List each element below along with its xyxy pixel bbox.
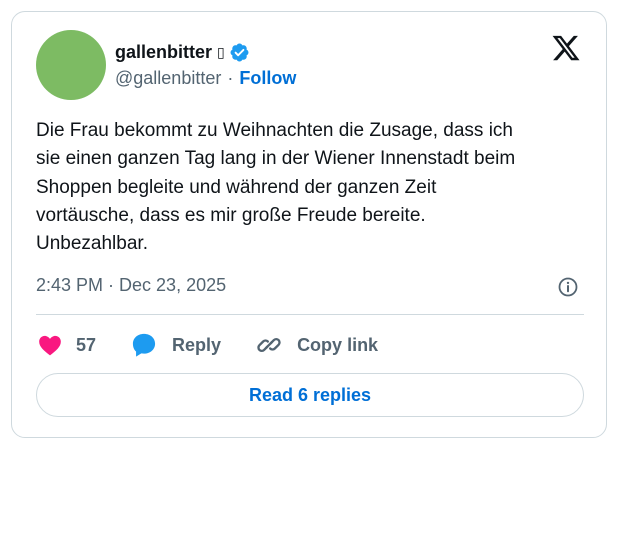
author-handle-row: @gallenbitter · Follow	[115, 67, 296, 89]
tweet-timestamp[interactable]: 2:43 PM · Dec 23, 2025	[36, 274, 226, 296]
copy-link-button[interactable]: Copy link	[255, 331, 378, 359]
separator-dot: ·	[227, 68, 234, 88]
reply-button[interactable]: Reply	[130, 331, 221, 359]
x-logo-icon[interactable]	[550, 33, 582, 63]
like-count: 57	[76, 335, 97, 355]
read-replies-button[interactable]: Read 6 replies	[36, 373, 584, 417]
copy-link-label: Copy link	[297, 335, 379, 355]
reply-label: Reply	[172, 335, 222, 355]
author-name-row: gallenbitter ▯	[115, 40, 250, 64]
tweet-card: gallenbitter ▯ @gallenbitter · Follow Di…	[11, 11, 607, 438]
author-handle[interactable]: @gallenbitter	[115, 67, 221, 89]
link-icon	[257, 337, 281, 353]
action-bar: 57 Reply Copy link	[36, 330, 412, 360]
like-button[interactable]: 57	[36, 332, 96, 358]
heart-icon	[39, 335, 61, 356]
verified-badge-icon	[230, 43, 249, 61]
avatar[interactable]	[36, 30, 106, 100]
divider	[36, 314, 584, 315]
author-display-name[interactable]: gallenbitter	[115, 41, 212, 63]
follow-button[interactable]: Follow	[239, 67, 296, 89]
read-replies-label: Read 6 replies	[248, 384, 372, 405]
reply-bubble-icon	[132, 333, 156, 357]
info-icon[interactable]	[556, 275, 580, 299]
tweet-text: Die Frau bekommt zu Weihnachten die Zusa…	[36, 120, 516, 255]
name-suffix-glyph: ▯	[217, 44, 225, 60]
